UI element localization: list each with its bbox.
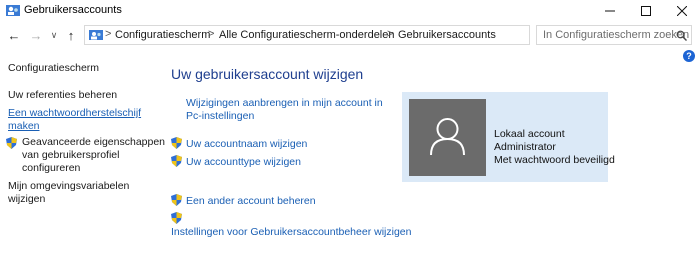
breadcrumb-user-accounts[interactable]: Gebruikersaccounts (398, 29, 496, 41)
minimize-icon (605, 10, 615, 12)
back-button[interactable]: ← (6, 27, 22, 43)
shield-icon (171, 155, 182, 167)
sidebar-item-label: maken (8, 120, 40, 132)
search-placeholder: In Configuratiescherm zoeken (543, 29, 690, 41)
title-bar: Gebruikersaccounts (0, 0, 700, 22)
user-icon (430, 118, 465, 156)
help-icon[interactable]: ? (683, 50, 695, 62)
minimize-button[interactable] (592, 0, 628, 22)
control-panel-icon (89, 30, 103, 40)
back-arrow-icon: ← (7, 27, 21, 43)
password-status-label: Met wachtwoord beveiligd (494, 154, 615, 166)
shield-icon (171, 212, 182, 224)
breadcrumb-separator: > (105, 28, 112, 40)
sidebar-item-label: Een wachtwoordherstelschijf (8, 107, 142, 119)
page-title: Uw gebruikersaccount wijzigen (171, 66, 364, 82)
sidebar-item-label: configureren (22, 162, 81, 174)
sidebar-item-label: Mijn omgevingsvariabelen (8, 180, 130, 192)
manage-other-account-link[interactable]: Een ander account beheren (186, 195, 316, 208)
forward-button[interactable]: → (28, 27, 44, 43)
breadcrumb-separator: > (208, 28, 215, 40)
change-account-name-link[interactable]: Uw accountnaam wijzigen (186, 138, 307, 151)
shield-icon (6, 137, 17, 149)
forward-arrow-icon: → (29, 27, 43, 43)
link-label: Pc-instellingen (186, 110, 255, 122)
chevron-down-icon: ∨ (50, 29, 58, 40)
search-icon (676, 30, 687, 41)
sidebar-item-environment-variables[interactable]: Mijn omgevingsvariabelen wijzigen (8, 180, 129, 206)
close-icon (677, 6, 687, 16)
maximize-icon (641, 6, 651, 16)
sidebar-item-label: van gebruikersprofiel (22, 149, 120, 161)
maximize-button[interactable] (628, 0, 664, 22)
up-button[interactable]: ↑ (63, 27, 79, 43)
sidebar-item-password-reset-disk[interactable]: Een wachtwoordherstelschijf maken (8, 107, 141, 133)
sidebar-item-manage-credentials[interactable]: Uw referenties beheren (8, 89, 117, 102)
uac-settings-link[interactable]: Instellingen voor Gebruikersaccountbehee… (171, 226, 411, 239)
account-type-label: Lokaal account (494, 128, 565, 140)
close-button[interactable] (664, 0, 700, 22)
sidebar-item-control-panel-home[interactable]: Configuratiescherm (8, 62, 99, 75)
window-title: Gebruikersaccounts (24, 4, 122, 16)
breadcrumb-all-items[interactable]: Alle Configuratiescherm-onderdelen (219, 29, 394, 41)
sidebar-item-label: wijzigen (8, 193, 46, 205)
recent-locations-button[interactable]: ∨ (46, 27, 62, 43)
shield-icon (171, 137, 182, 149)
link-label: Wijzigingen aanbrengen in mijn account i… (186, 97, 383, 109)
change-account-type-link[interactable]: Uw accounttype wijzigen (186, 156, 301, 169)
sidebar-item-advanced-profile[interactable]: Geavanceerde eigenschappen van gebruiker… (22, 136, 165, 175)
account-role-label: Administrator (494, 141, 556, 153)
address-bar[interactable]: > Configuratiescherm > Alle Configuratie… (84, 25, 612, 45)
user-accounts-icon (6, 5, 20, 16)
up-arrow-icon: ↑ (67, 27, 75, 43)
breadcrumb-control-panel[interactable]: Configuratiescherm (115, 29, 210, 41)
breadcrumb-separator: > (387, 28, 394, 40)
avatar (409, 99, 486, 176)
account-card: Lokaal account Administrator Met wachtwo… (402, 92, 615, 182)
shield-icon (171, 194, 182, 206)
pc-settings-link[interactable]: Wijzigingen aanbrengen in mijn account i… (186, 97, 383, 123)
sidebar-item-label: Geavanceerde eigenschappen (22, 136, 166, 148)
search-input[interactable]: In Configuratiescherm zoeken (536, 25, 692, 45)
